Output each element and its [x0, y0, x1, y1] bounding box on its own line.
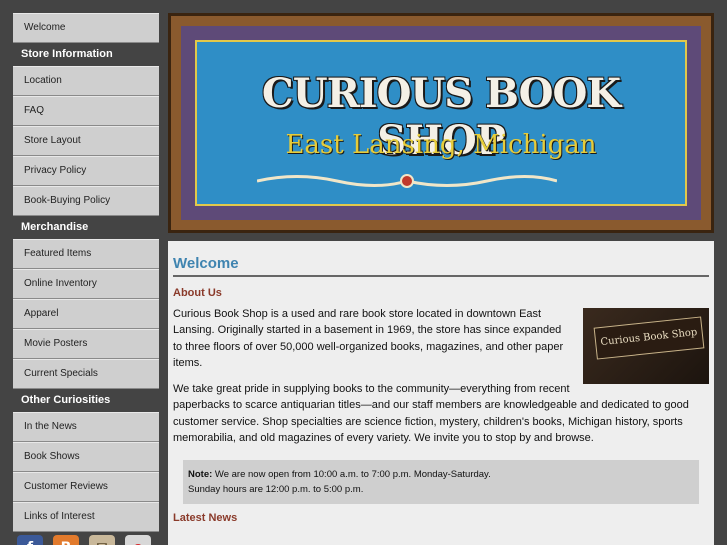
sidebar-item-apparel[interactable]: Apparel	[13, 299, 159, 329]
sidebar-heading-store-information: Store Information	[13, 43, 159, 66]
sidebar-item-faq[interactable]: FAQ	[13, 96, 159, 126]
sidebar-heading-other-curiosities: Other Curiosities	[13, 389, 159, 412]
sidebar-item-customer-reviews[interactable]: Customer Reviews	[13, 472, 159, 502]
banner-frame: CURIOUS BOOK SHOP East Lansing, Michigan	[181, 26, 701, 220]
sidebar-item-privacy-policy[interactable]: Privacy Policy	[13, 156, 159, 186]
sidebar-item-featured-items[interactable]: Featured Items	[13, 239, 159, 269]
about-paragraph-2: We take great pride in supplying books t…	[173, 383, 689, 445]
note-label: Note:	[188, 469, 213, 481]
sidebar-item-online-inventory[interactable]: Online Inventory	[13, 269, 159, 299]
storefront-photo: Curious Book Shop	[583, 308, 709, 384]
sidebar-item-store-layout[interactable]: Store Layout	[13, 126, 159, 156]
mail-icon[interactable]: ✉	[89, 535, 115, 545]
latest-news-heading: Latest News	[173, 512, 238, 525]
ornament-decoration	[257, 174, 557, 188]
sidebar-nav: Welcome Store Information Location FAQ S…	[13, 13, 159, 545]
main-content: Welcome About Us Curious Book Shop Curio…	[168, 241, 714, 545]
banner-subtitle: East Lansing, Michigan	[285, 130, 597, 160]
note-line-2: Sunday hours are 12:00 p.m. to 5:00 p.m.	[188, 484, 364, 496]
sidebar-heading-merchandise: Merchandise	[13, 216, 159, 239]
sidebar-item-movie-posters[interactable]: Movie Posters	[13, 329, 159, 359]
blogger-icon[interactable]: B	[53, 535, 79, 545]
sidebar-item-book-shows[interactable]: Book Shows	[13, 442, 159, 472]
ebay-icon[interactable]: e	[125, 535, 151, 545]
banner-sign: CURIOUS BOOK SHOP East Lansing, Michigan	[195, 40, 687, 206]
sidebar-item-current-specials[interactable]: Current Specials	[13, 359, 159, 389]
about-heading: About Us	[173, 287, 222, 299]
sidebar-item-links-of-interest[interactable]: Links of Interest	[13, 502, 159, 532]
storefront-sign: Curious Book Shop	[593, 316, 705, 360]
sidebar-item-in-the-news[interactable]: In the News	[13, 412, 159, 442]
sidebar-item-welcome[interactable]: Welcome	[13, 13, 159, 43]
sidebar-item-location[interactable]: Location	[13, 66, 159, 96]
note-line-1: We are now open from 10:00 a.m. to 7:00 …	[212, 469, 491, 481]
page-title: Welcome	[173, 255, 709, 277]
sidebar-item-book-buying-policy[interactable]: Book-Buying Policy	[13, 186, 159, 216]
social-links: f B ✉ e	[13, 535, 159, 545]
store-banner: CURIOUS BOOK SHOP East Lansing, Michigan	[168, 13, 714, 233]
facebook-icon[interactable]: f	[17, 535, 43, 545]
hours-note: Note: We are now open from 10:00 a.m. to…	[183, 460, 699, 505]
